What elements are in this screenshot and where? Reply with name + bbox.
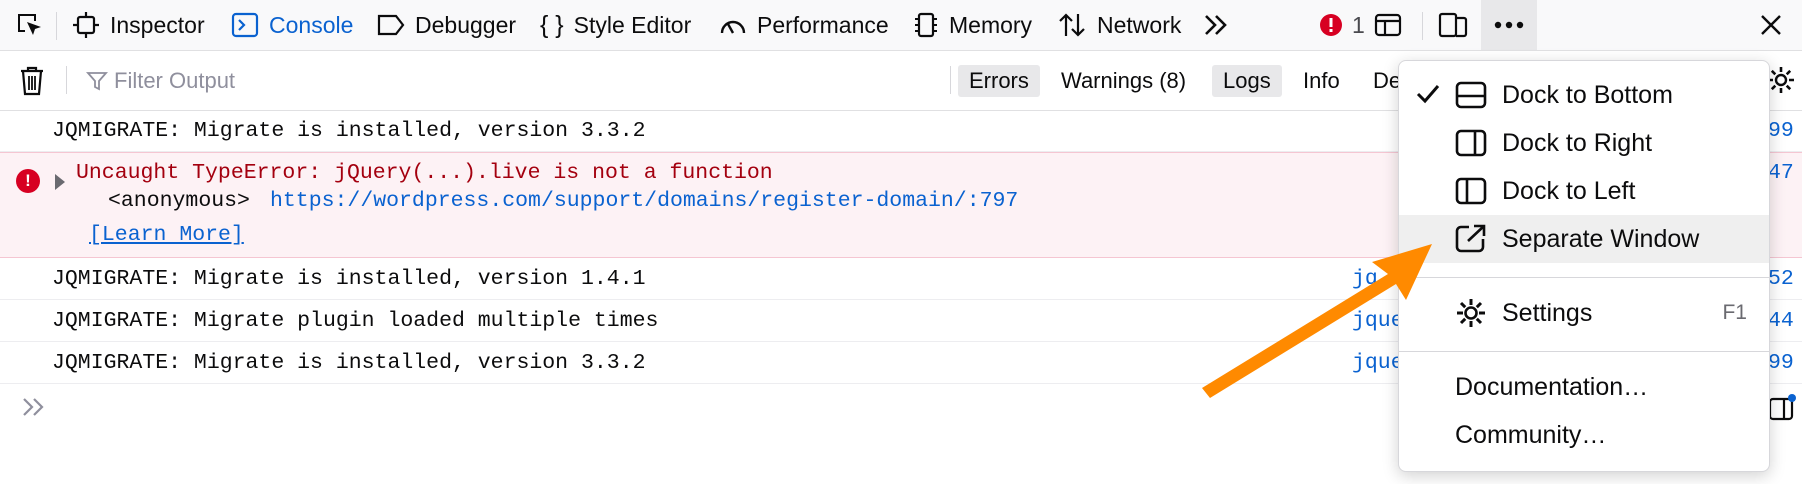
- tab-label: Inspector: [110, 11, 205, 38]
- network-icon: [1057, 11, 1087, 39]
- console-icon: [231, 11, 259, 39]
- stack-function: <anonymous>: [108, 189, 250, 213]
- log-source-link[interactable]: 47: [1768, 161, 1794, 185]
- responsive-design-icon: [1436, 10, 1470, 40]
- split-console-icon: [1373, 11, 1403, 39]
- expand-stack-icon[interactable]: [55, 174, 65, 190]
- dock-right-icon: [1455, 128, 1487, 165]
- filter-info-button[interactable]: Info: [1292, 65, 1351, 97]
- element-picker-icon: [14, 10, 44, 40]
- tab-inspector[interactable]: Inspector: [72, 0, 205, 50]
- chevron-double-right-icon: [1201, 11, 1231, 39]
- menu-item-label: Community…: [1455, 420, 1607, 449]
- tab-console[interactable]: Console: [231, 0, 353, 50]
- dock-left-icon: [1455, 176, 1487, 213]
- error-count-button[interactable]: 1: [1319, 0, 1365, 50]
- filter-logs-button[interactable]: Logs: [1212, 65, 1282, 97]
- options-menu-button[interactable]: [1481, 0, 1537, 50]
- menu-item-separate-window[interactable]: Separate Window: [1399, 215, 1769, 263]
- stack-url-link[interactable]: https://wordpress.com/support/domains/re…: [270, 189, 1018, 213]
- trash-icon: [18, 66, 46, 101]
- menu-item-dock-bottom[interactable]: Dock to Bottom: [1399, 71, 1769, 119]
- editor-mode-button[interactable]: [1768, 394, 1798, 429]
- more-icon: [1494, 20, 1524, 30]
- performance-icon: [718, 11, 748, 39]
- toolbox-options-menu: Dock to Bottom Dock to Right Dock to Lef…: [1398, 60, 1770, 472]
- toggle-split-console-button[interactable]: [1373, 0, 1403, 50]
- error-icon: !: [16, 169, 40, 193]
- log-source-link[interactable]: jq: [1352, 267, 1378, 291]
- menu-separator: [1399, 351, 1769, 352]
- menu-item-settings[interactable]: Settings F1: [1399, 289, 1769, 337]
- menu-item-shortcut: F1: [1722, 301, 1747, 324]
- tab-style-editor[interactable]: { } Style Editor: [540, 0, 691, 50]
- error-count: 1: [1352, 11, 1365, 38]
- separate-window-icon: [1455, 224, 1487, 261]
- responsive-mode-button[interactable]: [1436, 0, 1470, 50]
- funnel-icon: [86, 70, 108, 92]
- log-source-link-end[interactable]: 99: [1768, 351, 1794, 375]
- tab-label: Memory: [949, 11, 1033, 38]
- prompt-chevron-icon: [22, 394, 46, 424]
- close-icon: [1760, 14, 1782, 36]
- menu-item-label: Dock to Bottom: [1502, 80, 1673, 109]
- console-input[interactable]: [22, 394, 46, 425]
- error-icon: [1319, 13, 1343, 37]
- style-editor-icon: { }: [540, 10, 564, 39]
- menu-item-dock-left[interactable]: Dock to Left: [1399, 167, 1769, 215]
- filter-placeholder: Filter Output: [114, 68, 236, 93]
- devtools-toolbar: Inspector Console Debugger { } Style Edi…: [0, 0, 1802, 51]
- tab-label: Performance: [757, 11, 889, 38]
- tab-label: Network: [1097, 11, 1182, 38]
- tab-label: Console: [269, 11, 354, 38]
- tab-memory[interactable]: Memory: [912, 0, 1032, 50]
- filter-divider: [66, 66, 67, 94]
- filter-divider: [950, 66, 951, 94]
- log-source-link-end[interactable]: 52: [1768, 267, 1794, 291]
- toolbar-divider: [56, 12, 57, 40]
- dock-bottom-icon: [1455, 80, 1487, 117]
- menu-item-label: Settings: [1502, 298, 1593, 327]
- menu-item-dock-right[interactable]: Dock to Right: [1399, 119, 1769, 167]
- log-source-link[interactable]: 99: [1768, 119, 1794, 143]
- menu-item-label: Separate Window: [1502, 224, 1700, 253]
- menu-item-community[interactable]: Community…: [1399, 411, 1769, 459]
- tab-performance[interactable]: Performance: [718, 0, 889, 50]
- tab-network[interactable]: Network: [1057, 0, 1181, 50]
- log-message: JQMIGRATE: Migrate is installed, version…: [52, 351, 646, 375]
- filter-warnings-button[interactable]: Warnings (8): [1050, 65, 1197, 97]
- debugger-icon: [376, 11, 406, 39]
- inspector-icon: [72, 11, 100, 39]
- menu-item-label: Dock to Left: [1502, 176, 1636, 205]
- tab-label: Style Editor: [573, 11, 692, 38]
- checkmark-icon: [1415, 81, 1441, 114]
- element-picker-button[interactable]: [14, 0, 44, 50]
- filter-output-input[interactable]: Filter Output: [86, 63, 926, 99]
- gear-icon: [1766, 67, 1796, 99]
- filter-errors-button[interactable]: Errors: [958, 65, 1040, 97]
- clear-console-button[interactable]: [18, 65, 46, 102]
- toolbar-divider: [1422, 12, 1423, 40]
- error-message: Uncaught TypeError: jQuery(...).live is …: [76, 161, 773, 185]
- tab-debugger[interactable]: Debugger: [376, 0, 516, 50]
- learn-more-link[interactable]: [Learn More]: [89, 223, 244, 247]
- tab-label: Debugger: [415, 11, 517, 38]
- editor-mode-icon: [1768, 394, 1798, 428]
- log-message: JQMIGRATE: Migrate is installed, version…: [52, 267, 646, 291]
- menu-separator: [1399, 277, 1769, 278]
- log-source-link-end[interactable]: 44: [1768, 309, 1794, 333]
- console-settings-button[interactable]: [1766, 65, 1796, 100]
- menu-item-documentation[interactable]: Documentation…: [1399, 363, 1769, 411]
- menu-item-label: Dock to Right: [1502, 128, 1653, 157]
- menu-item-label: Documentation…: [1455, 372, 1649, 401]
- log-source-link[interactable]: jque: [1352, 309, 1404, 333]
- memory-icon: [912, 11, 940, 39]
- log-message: JQMIGRATE: Migrate plugin loaded multipl…: [52, 309, 659, 333]
- close-devtools-button[interactable]: [1760, 0, 1782, 50]
- gear-icon: [1455, 298, 1487, 335]
- log-message: JQMIGRATE: Migrate is installed, version…: [52, 119, 646, 143]
- more-tools-button[interactable]: [1201, 0, 1231, 50]
- log-source-link[interactable]: jque: [1352, 351, 1404, 375]
